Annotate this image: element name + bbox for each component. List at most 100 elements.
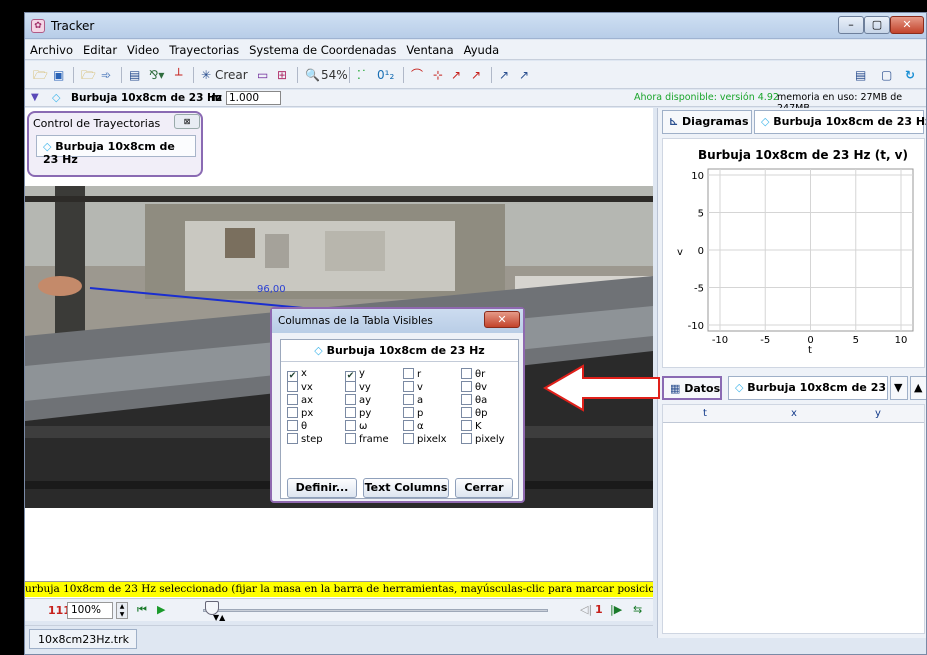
menu-ayuda[interactable]: Ayuda [459, 40, 505, 57]
column-checkbox-frame[interactable]: frame [345, 433, 389, 446]
go-to-start-icon[interactable]: ⏮ [137, 603, 147, 617]
column-header-x[interactable]: x [791, 408, 797, 419]
menu-coordenadas[interactable]: Systema de Coordenadas [244, 40, 401, 57]
menu-trayectorias[interactable]: Trayectorias [164, 40, 244, 57]
column-checkbox-v[interactable]: v [403, 381, 423, 394]
tab-datos[interactable]: ▦ Datos [662, 376, 722, 400]
checkbox-icon[interactable] [403, 407, 414, 418]
frame-slider[interactable] [203, 609, 548, 612]
track-name[interactable]: Burbuja 10x8cm de 23 Hz [71, 92, 222, 104]
checkbox-icon[interactable] [345, 381, 356, 392]
column-checkbox-r[interactable]: r [403, 368, 421, 381]
column-checkbox-py[interactable]: py [345, 407, 371, 420]
momentum-icon[interactable]: ↗ [519, 66, 529, 84]
define-button[interactable]: Definir... [287, 478, 357, 498]
play-icon[interactable]: ▶ [157, 603, 165, 616]
column-checkbox-θv[interactable]: θv [461, 381, 487, 394]
step-size[interactable]: 1 [595, 603, 603, 616]
checkbox-icon[interactable] [403, 368, 414, 379]
checkbox-icon[interactable] [461, 394, 472, 405]
start-marker-icon[interactable]: ▼▲ [213, 613, 225, 622]
maximize-button[interactable]: ▢ [864, 16, 890, 34]
velocity-vector-icon[interactable]: ↗ [451, 66, 461, 84]
vector-sum-icon[interactable]: ↗ [499, 66, 509, 84]
open-video-icon[interactable]: 🗁 [81, 66, 96, 84]
minimize-button[interactable]: – [838, 16, 864, 34]
chevron-down-icon[interactable]: ▼ [890, 376, 908, 400]
column-checkbox-θa[interactable]: θa [461, 394, 487, 407]
checkbox-icon[interactable] [461, 368, 472, 379]
column-checkbox-vy[interactable]: vy [345, 381, 371, 394]
calibration-icon[interactable]: ⅋▾ [149, 66, 164, 84]
open-folder-icon[interactable]: 🗁 [33, 66, 48, 84]
column-checkbox-step[interactable]: step [287, 433, 323, 446]
file-tab[interactable]: 10x8cm23Hz.trk [29, 629, 137, 649]
checkbox-icon[interactable] [287, 381, 298, 392]
column-checkbox-y[interactable]: ✔ y [345, 368, 365, 382]
create-track-icon[interactable]: ✳ [201, 66, 211, 84]
import-icon[interactable]: ➾ [101, 66, 111, 84]
data-table[interactable]: t x y [662, 404, 925, 634]
layout-icon[interactable]: ▢ [881, 66, 892, 84]
column-checkbox-px[interactable]: px [287, 407, 313, 420]
column-checkbox-a[interactable]: a [403, 394, 423, 407]
clip-settings-icon[interactable]: ▤ [129, 66, 140, 84]
track-menu-icon[interactable]: ▼ [31, 92, 39, 103]
menu-video[interactable]: Video [122, 40, 164, 57]
step-back-icon[interactable]: ◁| [580, 603, 592, 616]
column-checkbox-ay[interactable]: ay [345, 394, 371, 407]
column-checkbox-p[interactable]: p [403, 407, 423, 420]
column-checkbox-vx[interactable]: vx [287, 381, 313, 394]
plot-area[interactable]: Burbuja 10x8cm de 23 Hz (t, v) -10 -5 0 5 10… [662, 138, 925, 368]
track-control-close-button[interactable]: ⊠ [174, 114, 200, 129]
mass-input[interactable]: 1.000 [226, 91, 281, 105]
protractor-icon[interactable]: ⊞ [277, 66, 287, 84]
checkbox-icon[interactable] [403, 420, 414, 431]
chevron-up-icon[interactable]: ▲ [910, 376, 926, 400]
zoom-level[interactable]: 54% [321, 66, 348, 84]
axes-icon[interactable]: ┴ [175, 66, 182, 84]
checkbox-icon[interactable] [345, 394, 356, 405]
text-columns-button[interactable]: Text Columns [363, 478, 449, 498]
columns-dialog-close-button[interactable]: ✕ [484, 311, 520, 328]
checkbox-icon[interactable] [461, 381, 472, 392]
checkbox-icon[interactable] [287, 407, 298, 418]
column-checkbox-x[interactable]: ✔ x [287, 368, 307, 382]
ruler-icon[interactable]: ▭ [257, 66, 268, 84]
labels-icon[interactable]: 0¹₂ [377, 66, 394, 84]
zoom-field[interactable]: 100% [67, 602, 113, 619]
save-icon[interactable]: ▣ [53, 66, 64, 84]
tab-diagramas[interactable]: ⊾ Diagramas [662, 110, 752, 134]
checkbox-icon[interactable] [287, 394, 298, 405]
loop-icon[interactable]: ⇆ [633, 603, 642, 616]
path-icon[interactable]: ⌒ [411, 66, 423, 84]
column-checkbox-ω[interactable]: ω [345, 420, 367, 433]
checkbox-icon[interactable] [403, 381, 414, 392]
checkbox-icon[interactable] [345, 433, 356, 444]
checkbox-icon[interactable] [287, 433, 298, 444]
menu-archivo[interactable]: Archivo [25, 40, 78, 57]
tab-plot-track[interactable]: ◇ Burbuja 10x8cm de 23 Hz [754, 110, 926, 134]
menu-ventana[interactable]: Ventana [401, 40, 458, 57]
close-window-button[interactable]: ✕ [890, 16, 924, 34]
checkbox-icon[interactable] [345, 420, 356, 431]
close-dialog-button[interactable]: Cerrar [455, 478, 513, 498]
column-checkbox-θ[interactable]: θ [287, 420, 307, 433]
column-checkbox-pixely[interactable]: pixely [461, 433, 505, 446]
track-control-item[interactable]: ◇ Burbuja 10x8cm de 23 Hz [36, 135, 196, 166]
column-checkbox-θr[interactable]: θr [461, 368, 485, 381]
column-header-t[interactable]: t [703, 408, 707, 419]
column-header-y[interactable]: y [875, 408, 881, 419]
notes-icon[interactable]: ▤ [855, 66, 866, 84]
column-checkbox-pixelx[interactable]: pixelx [403, 433, 447, 446]
zoom-spinner[interactable]: ▲ ▼ [116, 602, 128, 619]
checkbox-icon[interactable] [345, 407, 356, 418]
trails-icon[interactable]: ⁚˙ [357, 66, 367, 84]
checkbox-icon[interactable] [403, 394, 414, 405]
refresh-icon[interactable]: ↻ [905, 66, 915, 84]
create-track-button[interactable]: Crear [215, 66, 248, 84]
column-checkbox-K[interactable]: K [461, 420, 482, 433]
checkbox-icon[interactable] [403, 433, 414, 444]
column-checkbox-ax[interactable]: ax [287, 394, 313, 407]
column-checkbox-α[interactable]: α [403, 420, 424, 433]
